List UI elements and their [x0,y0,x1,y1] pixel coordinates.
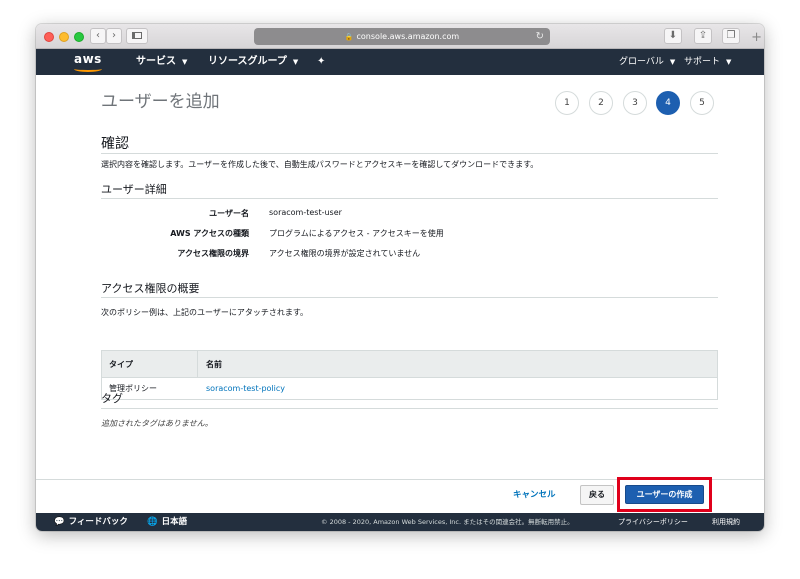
new-tab-icon[interactable]: + [751,30,762,45]
browser-window: ‹ › 🔒 console.aws.amazon.com ↻ ⬇ ⇪ ❐ + aw… [36,24,764,531]
services-menu-label: サービス [136,56,176,67]
review-description: 選択内容を確認します。ユーザーを作成した後で、自動生成パスワードとアクセスキーを… [101,160,539,169]
column-divider [197,351,198,377]
previous-button[interactable]: 戻る [580,485,614,505]
tags-heading: タグ [101,392,123,405]
create-user-button[interactable]: ユーザーの作成 [625,485,704,504]
support-menu[interactable]: サポート ▼ [684,49,731,75]
minimize-window-button[interactable] [59,32,69,42]
permissions-heading: アクセス権限の概要 [101,282,200,295]
page-title: ユーザーを追加 [101,92,220,112]
caret-down-icon: ▼ [292,58,299,66]
step-3[interactable]: 3 [623,91,647,115]
chevron-left-icon: ‹ [96,30,100,41]
table-row: 管理ポリシー soracom-test-policy [102,378,717,399]
caret-down-icon: ▼ [669,58,676,66]
feedback-label: フィードバック [68,517,128,527]
divider [101,408,718,409]
language-label: 日本語 [161,517,188,527]
browser-titlebar: ‹ › 🔒 console.aws.amazon.com ↻ ⬇ ⇪ ❐ + [36,24,764,49]
divider [101,297,718,298]
sidebar-toggle-button[interactable] [126,28,148,44]
lock-icon: 🔒 [344,33,354,41]
review-heading: 確認 [101,136,129,152]
cancel-button[interactable]: キャンセル [513,488,556,500]
username-value: soracom-test-user [269,208,342,217]
table-header: タイプ 名前 [102,351,717,378]
download-icon: ⬇ [668,30,678,41]
chevron-right-icon: › [112,30,116,41]
step-4-active: 4 [656,91,680,115]
aws-navbar: aws サービス ▼ リソースグループ ▼ ✦ グローバル ▼ サポート ▼ [36,49,764,75]
caret-down-icon: ▼ [726,58,732,66]
policy-name-link[interactable]: soracom-test-policy [206,378,285,399]
address-bar[interactable]: 🔒 console.aws.amazon.com ↻ [254,28,550,45]
region-menu[interactable]: グローバル ▼ [619,49,675,75]
pin-icon[interactable]: ✦ [317,49,325,75]
highlight-box: ユーザーの作成 [617,477,712,512]
caret-down-icon: ▼ [182,58,188,66]
column-header-type: タイプ [109,359,133,369]
forward-nav-button[interactable]: › [106,28,122,44]
step-1[interactable]: 1 [555,91,579,115]
terms-link[interactable]: 利用規約 [712,513,740,531]
permissions-table: タイプ 名前 管理ポリシー soracom-test-policy [101,350,718,400]
column-header-name: 名前 [206,359,222,369]
downloads-button[interactable]: ⬇ [664,28,682,44]
zoom-window-button[interactable] [74,32,84,42]
resource-groups-menu[interactable]: リソースグループ ▼ [208,49,298,75]
aws-smile-icon [74,66,102,72]
services-menu[interactable]: サービス ▼ [136,49,187,75]
access-type-label: AWS アクセスの種類 [170,229,249,238]
privacy-policy-link[interactable]: プライバシーポリシー [618,513,688,531]
close-window-button[interactable] [44,32,54,42]
globe-icon: 🌐 [147,517,158,527]
sidebar-icon [132,32,142,39]
main-content: ユーザーを追加 1 2 3 4 5 確認 選択内容を確認します。ユーザーを作成し… [36,75,764,479]
divider [101,198,718,199]
back-nav-button[interactable]: ‹ [90,28,106,44]
console-footer: 💬 フィードバック 🌐 日本語 © 2008 - 2020, Amazon Web … [36,513,764,531]
tabs-icon: ❐ [726,30,736,41]
divider [101,153,718,154]
reload-icon[interactable]: ↻ [536,28,544,45]
region-label: グローバル [619,57,664,67]
permissions-boundary-label: アクセス権限の境界 [177,249,249,258]
speech-bubble-icon: 💬 [54,517,65,527]
user-details-heading: ユーザー詳細 [101,183,167,196]
permissions-boundary-value: アクセス権限の境界が設定されていません [269,249,421,258]
access-type-value: プログラムによるアクセス - アクセスキーを使用 [269,229,444,238]
feedback-button[interactable]: 💬 フィードバック [54,513,128,531]
share-icon: ⇪ [698,30,708,41]
share-button[interactable]: ⇪ [694,28,712,44]
tags-empty-text: 追加されたタグはありません。 [101,419,213,428]
language-selector[interactable]: 🌐 日本語 [147,513,187,531]
permissions-description: 次のポリシー例は、上記のユーザーにアタッチされます。 [101,308,309,317]
support-label: サポート [684,57,721,67]
step-5[interactable]: 5 [690,91,714,115]
username-label: ユーザー名 [209,209,249,218]
step-2[interactable]: 2 [589,91,613,115]
tabs-overview-button[interactable]: ❐ [722,28,740,44]
address-bar-url: console.aws.amazon.com [356,32,460,41]
aws-logo[interactable]: aws [74,52,102,66]
copyright-text: © 2008 - 2020, Amazon Web Services, Inc.… [321,518,574,526]
resource-groups-label: リソースグループ [208,56,287,67]
